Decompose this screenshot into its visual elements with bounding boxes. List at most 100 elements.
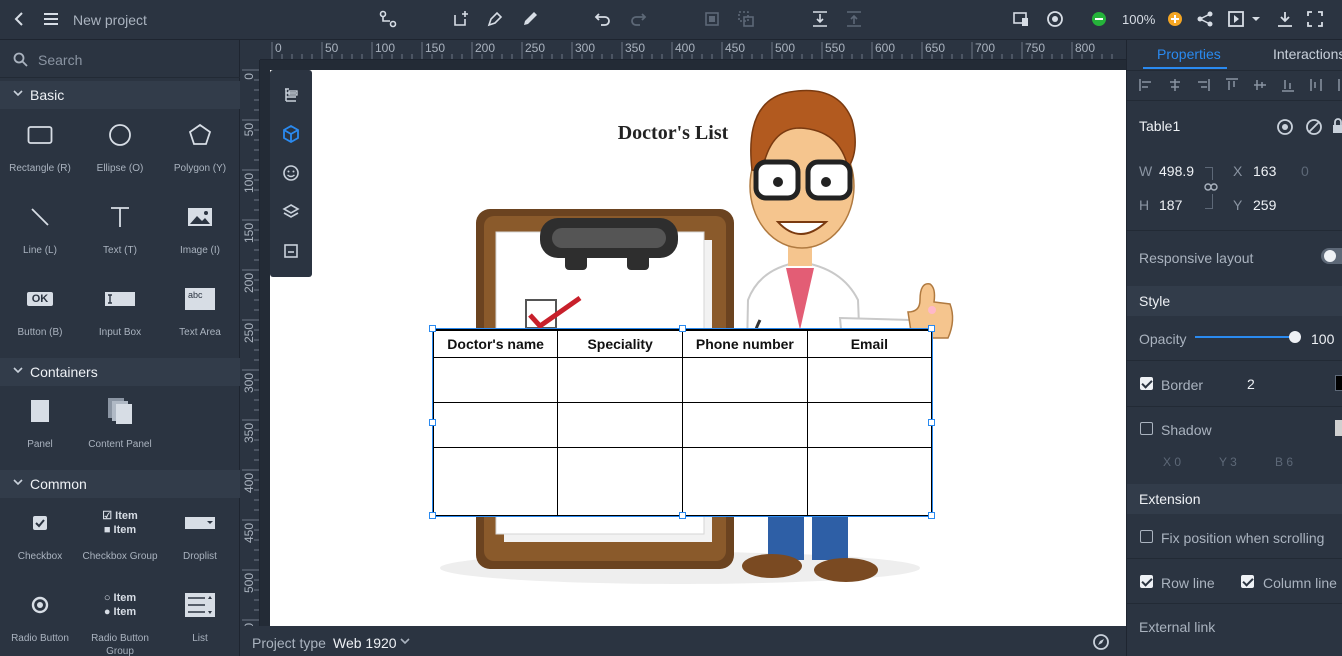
visibility-eye-icon[interactable] — [1276, 118, 1294, 136]
section-style[interactable]: Style — [1127, 286, 1342, 316]
resize-handle-bottom-left[interactable] — [429, 512, 436, 519]
pen-icon[interactable] — [484, 8, 506, 30]
ruler-tick-label: 300 — [242, 373, 256, 393]
section-containers[interactable]: Containers — [0, 358, 240, 386]
border-checkbox[interactable] — [1140, 377, 1153, 390]
component-checkbox-group[interactable]: ☑ Item ■ Item Checkbox Group — [80, 503, 160, 563]
tab-properties[interactable]: Properties — [1157, 46, 1221, 62]
component-radio-button[interactable]: Radio Button — [0, 585, 80, 645]
component-ellipse[interactable]: Ellipse (O) — [80, 115, 160, 175]
component-label: List — [192, 633, 208, 644]
component-label: Button (B) — [17, 327, 63, 338]
pencil-icon[interactable] — [519, 8, 541, 30]
y-value[interactable]: 259 — [1253, 197, 1276, 213]
link-icon[interactable] — [1204, 180, 1218, 194]
shadow-checkbox[interactable] — [1140, 422, 1153, 435]
component-text-area[interactable]: abc Text Area — [160, 279, 240, 339]
zoom-level[interactable]: 100% — [1122, 12, 1155, 27]
checkbox-group-icon: ☑ Item ■ Item — [102, 510, 138, 536]
component-image[interactable]: Image (I) — [160, 197, 240, 257]
row-line-checkbox[interactable] — [1140, 575, 1153, 588]
divider — [1127, 603, 1342, 604]
width-value[interactable]: 498.9 — [1159, 163, 1194, 179]
floating-toolbar — [270, 70, 312, 277]
search-placeholder[interactable]: Search — [38, 52, 82, 68]
zoom-in-icon[interactable] — [1164, 8, 1186, 30]
opacity-value[interactable]: 100 — [1311, 331, 1334, 347]
fullscreen-icon[interactable] — [1304, 8, 1326, 30]
shadow-color-swatch[interactable] — [1335, 420, 1342, 436]
resize-handle-right[interactable] — [928, 419, 935, 426]
column-line-checkbox[interactable] — [1241, 575, 1254, 588]
fix-position-checkbox[interactable] — [1140, 530, 1153, 543]
ruler-tick-label: 350 — [625, 41, 645, 55]
resize-handle-bottom-right[interactable] — [928, 512, 935, 519]
section-common[interactable]: Common — [0, 470, 240, 498]
component-rectangle[interactable]: Rectangle (R) — [0, 115, 80, 175]
compass-icon[interactable] — [1092, 633, 1110, 651]
border-width-value[interactable]: 2 — [1247, 376, 1255, 392]
layers-icon[interactable] — [280, 201, 302, 223]
redo-icon[interactable] — [627, 8, 649, 30]
play-preview-icon[interactable] — [1225, 8, 1247, 30]
shadow-blur[interactable]: B 6 — [1275, 455, 1293, 469]
component-search[interactable]: Search — [0, 40, 240, 78]
resize-handle-top[interactable] — [679, 325, 686, 332]
droplist-icon — [160, 503, 240, 543]
project-title[interactable]: New project — [73, 12, 147, 28]
components-cube-icon[interactable] — [280, 123, 302, 145]
group-icon[interactable] — [701, 8, 723, 30]
rotation-value[interactable]: 0 — [1301, 163, 1309, 179]
tab-interactions[interactable]: Interactions — [1273, 46, 1342, 62]
ungroup-icon[interactable] — [735, 8, 757, 30]
connector-icon[interactable] — [377, 8, 399, 30]
component-polygon[interactable]: Polygon (Y) — [160, 115, 240, 175]
share-icon[interactable] — [1194, 8, 1216, 30]
component-content-panel[interactable]: Content Panel — [80, 391, 160, 451]
settings-icon[interactable] — [1044, 8, 1066, 30]
undo-icon[interactable] — [592, 8, 614, 30]
lock-icon[interactable] — [1332, 118, 1342, 134]
zoom-out-icon[interactable] — [1088, 8, 1110, 30]
emoji-icon[interactable] — [280, 162, 302, 184]
section-extension[interactable]: Extension — [1127, 484, 1342, 514]
bring-forward-icon[interactable] — [809, 8, 831, 30]
shadow-y[interactable]: Y 3 — [1219, 455, 1237, 469]
responsive-layout-toggle[interactable] — [1321, 248, 1342, 264]
component-list[interactable]: List — [160, 585, 240, 645]
component-checkbox[interactable]: Checkbox — [0, 503, 80, 563]
resize-handle-bottom[interactable] — [679, 512, 686, 519]
menu-icon[interactable] — [40, 8, 62, 30]
component-input-box[interactable]: Input Box — [80, 279, 160, 339]
component-panel[interactable]: Panel — [0, 391, 80, 451]
chevron-down-icon[interactable] — [400, 636, 410, 646]
opacity-slider-thumb[interactable] — [1289, 331, 1301, 343]
download-icon[interactable] — [1274, 8, 1296, 30]
section-basic[interactable]: Basic — [0, 81, 240, 109]
page-tree-icon[interactable] — [280, 84, 302, 106]
add-frame-icon[interactable] — [450, 8, 472, 30]
element-name[interactable]: Table1 — [1139, 118, 1180, 134]
component-droplist[interactable]: Droplist — [160, 503, 240, 563]
x-value[interactable]: 163 — [1253, 163, 1276, 179]
resize-handle-top-left[interactable] — [429, 325, 436, 332]
height-value[interactable]: 187 — [1159, 197, 1182, 213]
disable-icon[interactable] — [1305, 118, 1323, 136]
component-line[interactable]: Line (L) — [0, 197, 80, 257]
device-preview-icon[interactable] — [1010, 8, 1032, 30]
opacity-slider-track[interactable] — [1195, 336, 1295, 338]
doctors-list-heading[interactable]: Doctor's List — [598, 122, 748, 145]
component-text[interactable]: Text (T) — [80, 197, 160, 257]
border-color-swatch[interactable] — [1335, 375, 1342, 391]
shadow-x[interactable]: X 0 — [1163, 455, 1181, 469]
play-options-chevron-icon[interactable] — [1245, 8, 1267, 30]
back-icon[interactable] — [9, 8, 31, 30]
master-page-icon[interactable] — [280, 240, 302, 262]
ruler-tick-label: 600 — [875, 41, 895, 55]
send-backward-icon[interactable] — [843, 8, 865, 30]
resize-handle-top-right[interactable] — [928, 325, 935, 332]
project-type-value[interactable]: Web 1920 — [333, 635, 397, 651]
resize-handle-left[interactable] — [429, 419, 436, 426]
component-button[interactable]: OK Button (B) — [0, 279, 80, 339]
component-radio-button-group[interactable]: ○ Item ● Item Radio Button Group — [80, 585, 160, 656]
